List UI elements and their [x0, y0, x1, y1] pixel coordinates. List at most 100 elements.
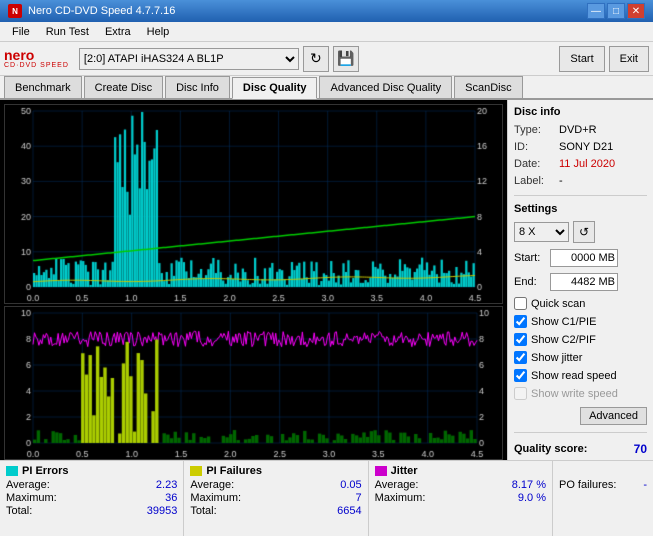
jitter-label: Jitter [375, 465, 546, 477]
tab-disc-quality[interactable]: Disc Quality [232, 77, 318, 99]
maximize-button[interactable]: □ [607, 3, 625, 19]
pi-avg-label: Average: [6, 479, 50, 491]
pi-total-label: Total: [6, 505, 32, 517]
pi-total-row: Total: 39953 [6, 505, 177, 517]
tab-advanced-disc-quality[interactable]: Advanced Disc Quality [319, 76, 452, 98]
pif-avg-value: 0.05 [340, 479, 361, 491]
quick-scan-checkbox[interactable] [514, 297, 527, 310]
drive-select[interactable]: [2:0] ATAPI iHAS324 A BL1P [79, 48, 299, 70]
exit-button[interactable]: Exit [609, 46, 649, 72]
pif-total-value: 6654 [337, 505, 361, 517]
right-panel: Disc info Type: DVD+R ID: SONY D21 Date:… [507, 100, 653, 460]
disc-id-label: ID: [514, 141, 559, 153]
speed-select[interactable]: 8 X [514, 222, 569, 242]
quality-score-row: Quality score: 70 [514, 442, 647, 456]
top-chart [4, 104, 503, 304]
disc-id-row: ID: SONY D21 [514, 141, 647, 153]
pi-max-row: Maximum: 36 [6, 492, 177, 504]
end-mb-row: End: [514, 273, 647, 291]
show-jitter-checkbox[interactable] [514, 351, 527, 364]
tab-scan-disc[interactable]: ScanDisc [454, 76, 522, 98]
quick-scan-label: Quick scan [531, 298, 585, 310]
pi-max-value: 36 [165, 492, 177, 504]
tab-benchmark[interactable]: Benchmark [4, 76, 82, 98]
minimize-button[interactable]: — [587, 3, 605, 19]
disc-info-title: Disc info [514, 106, 647, 118]
title-bar: N Nero CD-DVD Speed 4.7.7.16 — □ ✕ [0, 0, 653, 22]
pi-avg-row: Average: 2.23 [6, 479, 177, 491]
show-read-speed-label: Show read speed [531, 370, 617, 382]
show-read-speed-row: Show read speed [514, 369, 647, 382]
end-input[interactable] [550, 273, 618, 291]
show-read-speed-checkbox[interactable] [514, 369, 527, 382]
start-mb-row: Start: [514, 249, 647, 267]
settings-refresh-icon[interactable]: ↺ [573, 221, 595, 243]
show-write-speed-row: Show write speed [514, 387, 647, 400]
disc-date-row: Date: 11 Jul 2020 [514, 158, 647, 170]
disc-type-row: Type: DVD+R [514, 124, 647, 136]
pif-max-row: Maximum: 7 [190, 492, 361, 504]
title-bar-left: N Nero CD-DVD Speed 4.7.7.16 [8, 4, 175, 18]
tab-disc-info[interactable]: Disc Info [165, 76, 230, 98]
jit-avg-label: Average: [375, 479, 419, 491]
show-write-speed-checkbox [514, 387, 527, 400]
pif-max-value: 7 [356, 492, 362, 504]
show-c2-checkbox[interactable] [514, 333, 527, 346]
disc-date-label: Date: [514, 158, 559, 170]
show-c2-row: Show C2/PIF [514, 333, 647, 346]
pif-total-label: Total: [190, 505, 216, 517]
jit-avg-value: 8.17 % [512, 479, 546, 491]
end-label: End: [514, 276, 546, 288]
stats-bar: PI Errors Average: 2.23 Maximum: 36 Tota… [0, 460, 653, 536]
settings-title: Settings [514, 203, 647, 215]
speed-row: 8 X ↺ [514, 221, 647, 243]
show-c2-label: Show C2/PIF [531, 334, 596, 346]
pi-failures-section: PI Failures Average: 0.05 Maximum: 7 Tot… [184, 461, 368, 536]
show-c1-row: Show C1/PIE [514, 315, 647, 328]
jit-max-row: Maximum: 9.0 % [375, 492, 546, 504]
pif-total-row: Total: 6654 [190, 505, 361, 517]
disc-label-label: Label: [514, 175, 559, 187]
pi-failures-label: PI Failures [190, 465, 361, 477]
disc-type-label: Type: [514, 124, 559, 136]
quick-scan-row: Quick scan [514, 297, 647, 310]
logo: nero CD·DVD SPEED [4, 48, 69, 69]
pi-errors-label: PI Errors [6, 465, 177, 477]
bottom-chart [4, 306, 503, 460]
show-jitter-row: Show jitter [514, 351, 647, 364]
quality-score-label: Quality score: [514, 443, 587, 455]
po-row: PO failures: - [559, 479, 647, 491]
menu-bar: File Run Test Extra Help [0, 22, 653, 42]
title-bar-text: Nero CD-DVD Speed 4.7.7.16 [28, 5, 175, 17]
start-input[interactable] [550, 249, 618, 267]
advanced-button[interactable]: Advanced [580, 407, 647, 425]
disc-id-value: SONY D21 [559, 141, 613, 153]
jit-avg-row: Average: 8.17 % [375, 479, 546, 491]
tab-create-disc[interactable]: Create Disc [84, 76, 163, 98]
close-button[interactable]: ✕ [627, 3, 645, 19]
app-icon: N [8, 4, 22, 18]
refresh-icon-btn[interactable]: ↻ [303, 46, 329, 72]
show-c1-checkbox[interactable] [514, 315, 527, 328]
pi-max-label: Maximum: [6, 492, 57, 504]
logo-nero: nero [4, 48, 34, 62]
pi-total-value: 39953 [147, 505, 178, 517]
jit-max-label: Maximum: [375, 492, 426, 504]
quality-score-value: 70 [634, 442, 647, 456]
disc-label-value: - [559, 175, 563, 187]
pi-avg-value: 2.23 [156, 479, 177, 491]
menu-run-test[interactable]: Run Test [38, 24, 97, 40]
start-button[interactable]: Start [559, 46, 604, 72]
menu-help[interactable]: Help [139, 24, 178, 40]
disc-type-value: DVD+R [559, 124, 597, 136]
menu-file[interactable]: File [4, 24, 38, 40]
pif-avg-label: Average: [190, 479, 234, 491]
jitter-color [375, 466, 387, 476]
tabs: Benchmark Create Disc Disc Info Disc Qua… [0, 76, 653, 100]
jitter-section: Jitter Average: 8.17 % Maximum: 9.0 % [369, 461, 553, 536]
menu-extra[interactable]: Extra [97, 24, 139, 40]
show-write-speed-label: Show write speed [531, 388, 618, 400]
disc-label-row: Label: - [514, 175, 647, 187]
jit-max-value: 9.0 % [518, 492, 546, 504]
save-icon-btn[interactable]: 💾 [333, 46, 359, 72]
